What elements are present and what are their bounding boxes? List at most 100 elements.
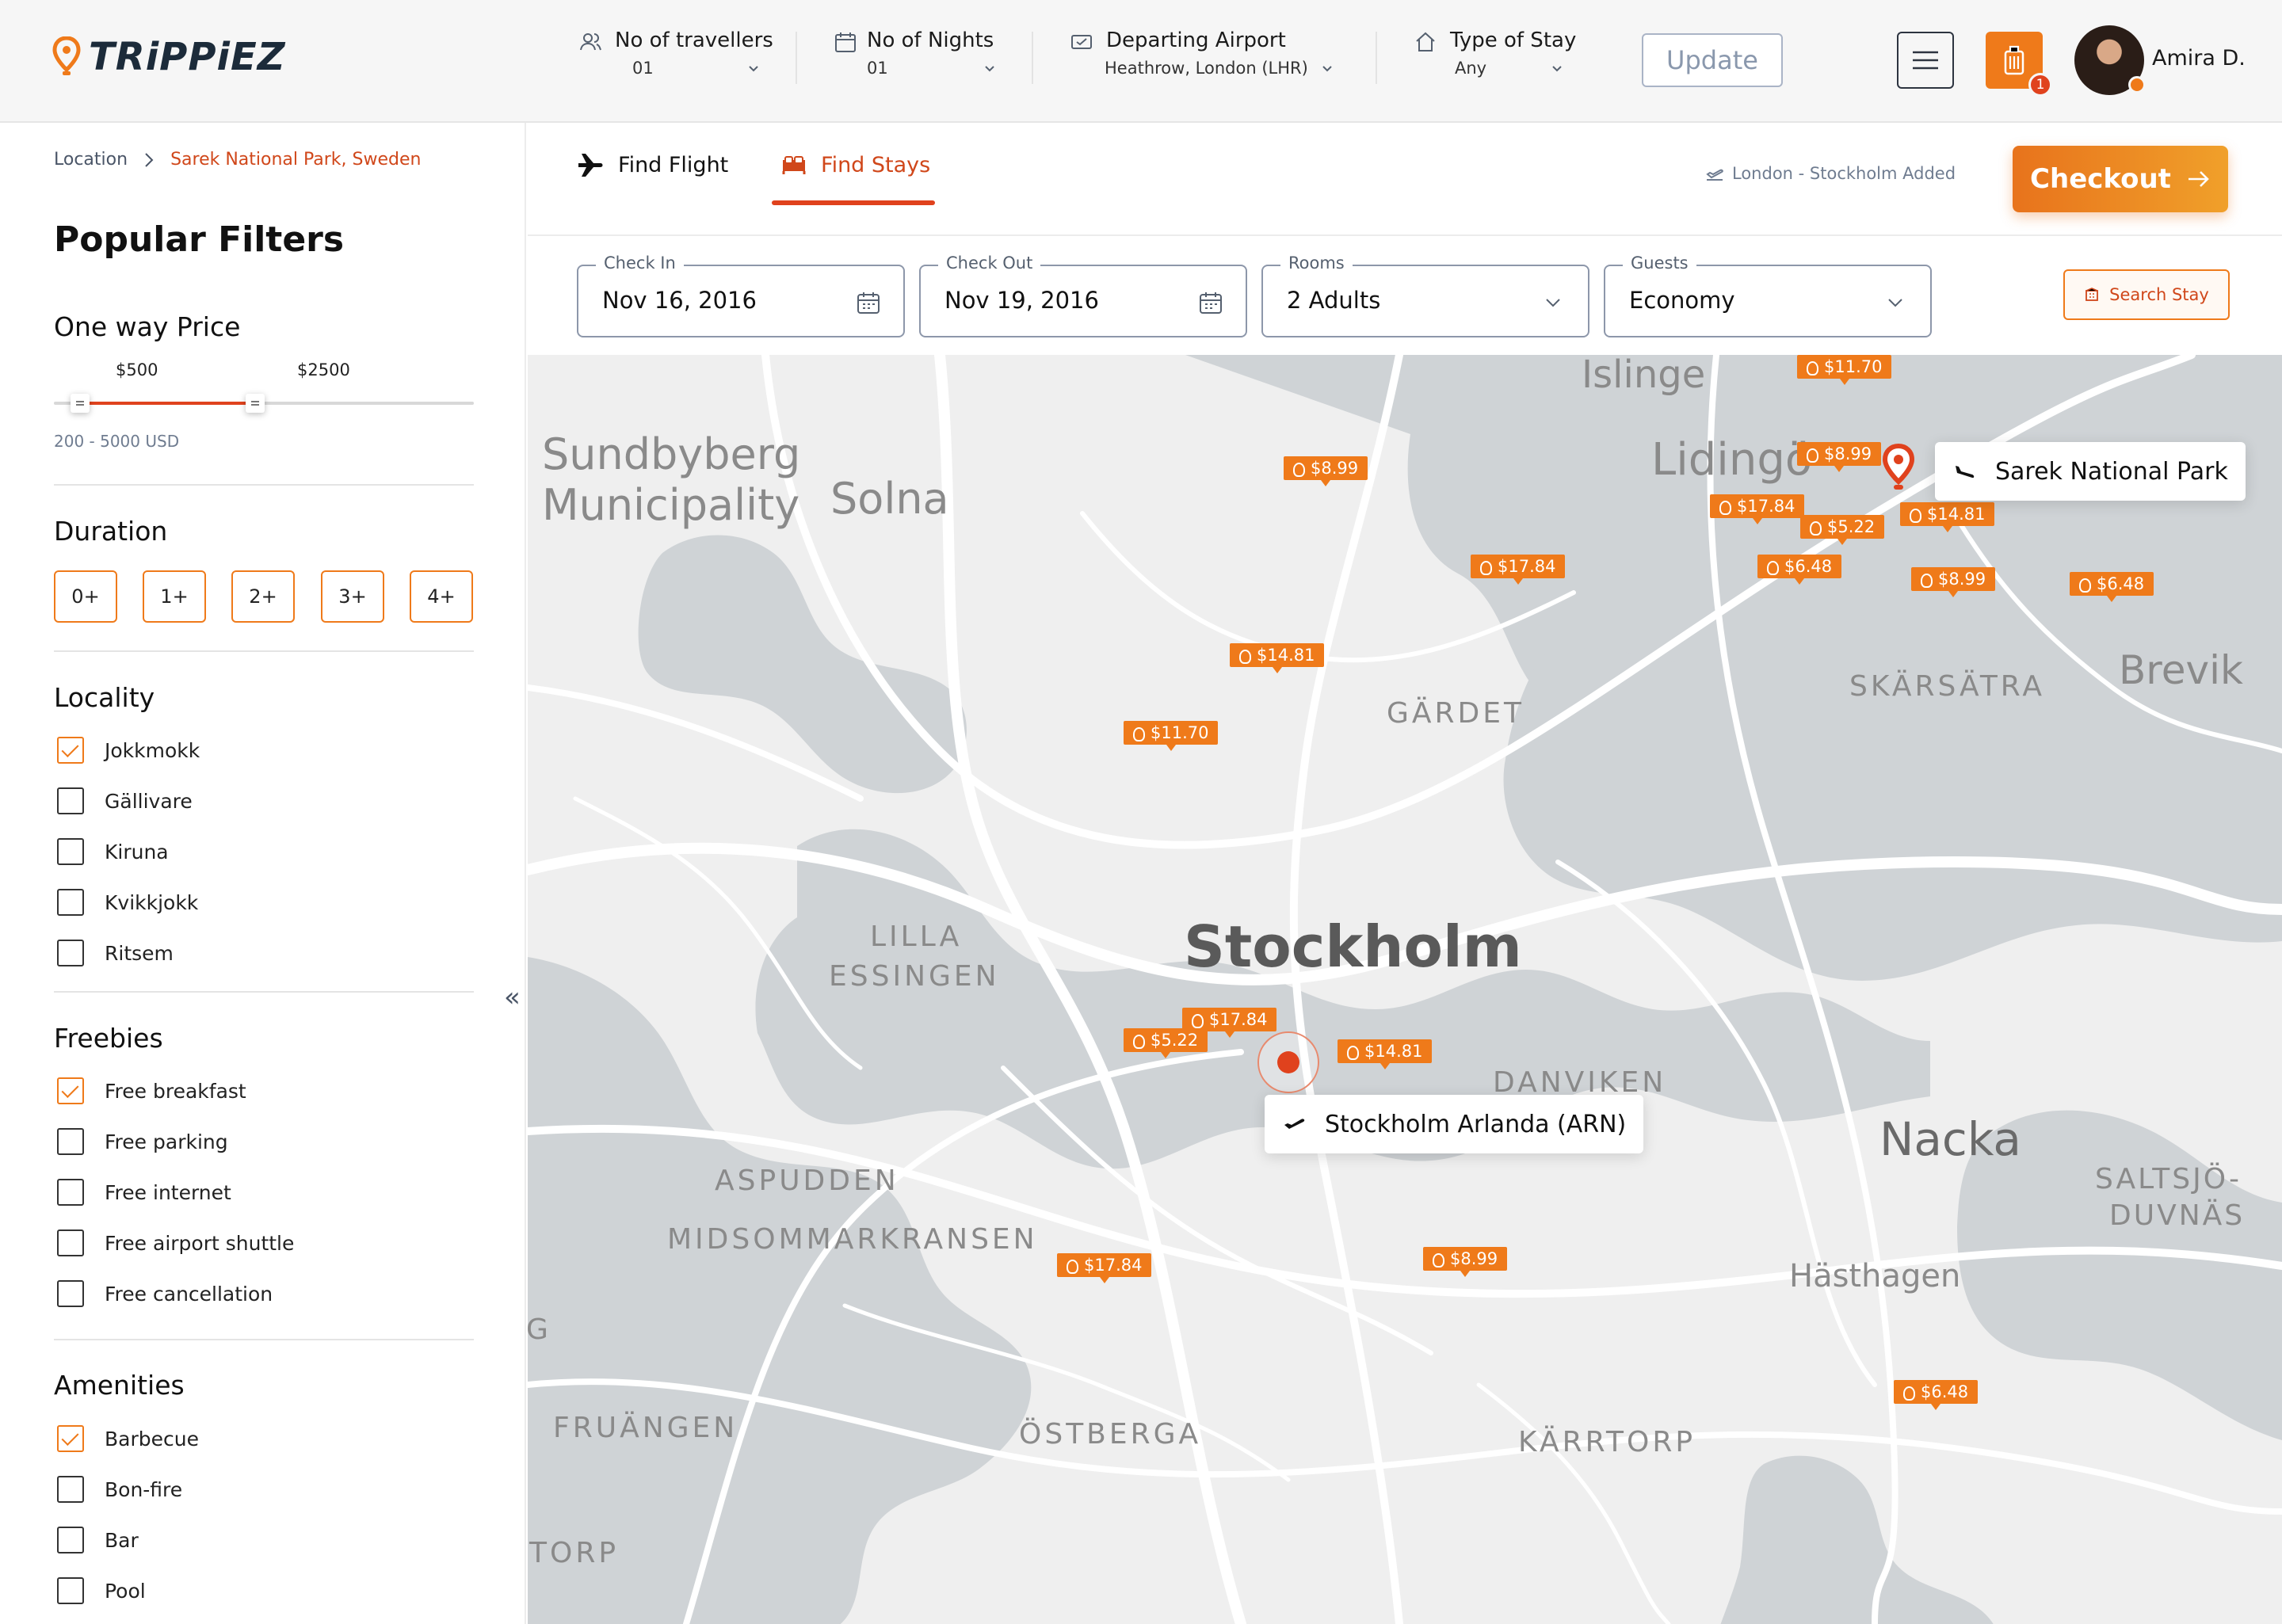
user-name[interactable]: Amira D.	[2152, 46, 2246, 71]
airplane-icon	[578, 153, 603, 177]
chevron-down-icon	[1322, 66, 1332, 72]
price-pin[interactable]: $17.84	[1471, 555, 1566, 585]
update-button[interactable]: Update	[1642, 33, 1783, 87]
map-label: ESSINGEN	[829, 960, 1000, 993]
check-out-field[interactable]: Check Out Nov 19, 2016	[919, 254, 1247, 337]
checkbox[interactable]	[57, 940, 84, 966]
map-label: GÄRDET	[1387, 697, 1525, 730]
price-max-handle[interactable]	[245, 394, 265, 413]
amenity-option[interactable]: Pool	[57, 1577, 146, 1604]
checkbox[interactable]	[57, 1577, 84, 1604]
nights-select[interactable]: No of Nights 01	[834, 29, 1008, 92]
price-pin[interactable]: $6.48	[2070, 572, 2154, 602]
freebie-option[interactable]: Free airport shuttle	[57, 1229, 294, 1256]
locality-option[interactable]: Kiruna	[57, 838, 169, 865]
tab-label: Find Stays	[821, 153, 931, 177]
price-pin[interactable]: $8.99	[1423, 1247, 1508, 1277]
duration-option[interactable]: 0+	[54, 570, 117, 623]
collapse-sidebar-icon[interactable]: «	[504, 982, 521, 1013]
price-pin[interactable]: $6.48	[1894, 1380, 1979, 1410]
status-indicator	[2128, 76, 2146, 93]
price-pin[interactable]: $14.81	[1338, 1039, 1433, 1069]
checkbox[interactable]	[57, 1229, 84, 1256]
checkbox[interactable]	[57, 1128, 84, 1155]
option-label: Bon-fire	[105, 1477, 183, 1501]
price-min-handle[interactable]	[71, 394, 90, 413]
brand-name: TRiPPiEZ	[89, 35, 286, 79]
check-in-field[interactable]: Check In Nov 16, 2016	[577, 254, 905, 337]
option-label: Free breakfast	[105, 1079, 246, 1103]
duration-option[interactable]: 2+	[231, 570, 295, 623]
price-pin[interactable]: $17.84	[1710, 494, 1805, 524]
airport-select[interactable]: Departing Airport Heathrow, London (LHR)	[1070, 29, 1339, 92]
tab-find-flight[interactable]: Find Flight	[577, 153, 728, 177]
checkbox[interactable]	[57, 1179, 84, 1206]
checkbox[interactable]	[57, 787, 84, 814]
location-pin-icon	[52, 36, 81, 75]
ticket-icon	[1071, 35, 1092, 49]
locality-title: Locality	[54, 682, 155, 713]
locality-option[interactable]: Gällivare	[57, 787, 193, 814]
option-label: Free internet	[105, 1180, 231, 1204]
price-pin[interactable]: $14.81	[1900, 502, 1995, 532]
destination-pin-icon[interactable]	[1881, 444, 1916, 493]
guests-select[interactable]: Guests Economy	[1604, 254, 1932, 337]
checkout-label: Checkout	[2030, 163, 2171, 195]
breadcrumb-root[interactable]: Location	[54, 150, 128, 170]
freebie-option[interactable]: Free parking	[57, 1128, 228, 1155]
amenity-option[interactable]: Bon-fire	[57, 1476, 182, 1503]
price-pin[interactable]: $8.99	[1911, 567, 1996, 597]
locality-option[interactable]: Jokkmokk	[57, 737, 200, 764]
brand-logo[interactable]: TRiPPiEZ	[52, 35, 286, 79]
search-stay-button[interactable]: Search Stay	[2063, 269, 2230, 320]
freebie-option[interactable]: Free internet	[57, 1179, 231, 1206]
duration-option[interactable]: 1+	[143, 570, 206, 623]
destination-callout[interactable]: Sarek National Park	[1935, 442, 2246, 501]
checkbox[interactable]	[57, 1280, 84, 1307]
price-pin[interactable]: $11.70	[1124, 721, 1219, 751]
checkbox[interactable]	[57, 1527, 84, 1553]
price-pin[interactable]: $5.22	[1124, 1028, 1208, 1058]
checkbox[interactable]	[57, 1425, 84, 1452]
price-pin[interactable]: $8.99	[1797, 442, 1882, 472]
duration-option[interactable]: 3+	[321, 570, 384, 623]
price-pin[interactable]: $11.70	[1797, 355, 1892, 385]
locality-option[interactable]: Kvikkjokk	[57, 889, 198, 916]
divider	[54, 1339, 474, 1340]
stay-type-select[interactable]: Type of Stay Any	[1414, 29, 1576, 92]
checkbox[interactable]	[57, 889, 84, 916]
map-label: MIDSOMMARKRANSEN	[667, 1223, 1038, 1256]
stays-map[interactable]: Sundbyberg Municipality Solna Islinge Li…	[528, 355, 2282, 1624]
origin-callout[interactable]: Stockholm Arlanda (ARN)	[1265, 1095, 1644, 1153]
menu-button[interactable]	[1897, 32, 1954, 89]
divider	[54, 484, 474, 486]
checkbox[interactable]	[57, 838, 84, 865]
chevron-right-icon	[145, 152, 154, 167]
checkbox[interactable]	[57, 1476, 84, 1503]
map-label: Nacka	[1879, 1112, 2021, 1166]
price-pin[interactable]: $17.84	[1057, 1253, 1152, 1283]
map-label: G	[528, 1313, 548, 1346]
map-label: Islinge	[1582, 355, 1706, 397]
price-title: One way Price	[54, 311, 241, 342]
freebie-option[interactable]: Free cancellation	[57, 1280, 273, 1307]
price-pin[interactable]: $6.48	[1757, 555, 1842, 585]
checkbox[interactable]	[57, 1077, 84, 1104]
origin-marker-dot[interactable]	[1277, 1051, 1299, 1073]
field-value: Nov 19, 2016	[944, 287, 1099, 314]
amenity-option[interactable]: Barbecue	[57, 1425, 199, 1452]
price-pin[interactable]: $14.81	[1230, 643, 1325, 673]
rooms-select[interactable]: Rooms 2 Adults	[1261, 254, 1589, 337]
travellers-select[interactable]: No of travellers 01	[578, 29, 773, 92]
price-pin[interactable]: $8.99	[1284, 456, 1368, 486]
duration-option[interactable]: 4+	[410, 570, 473, 623]
calendar-icon	[857, 292, 880, 314]
amenities-title: Amenities	[54, 1370, 185, 1401]
freebie-option[interactable]: Free breakfast	[57, 1077, 246, 1104]
locality-option[interactable]: Ritsem	[57, 940, 174, 966]
price-pin[interactable]: $5.22	[1800, 515, 1885, 545]
amenity-option[interactable]: Bar	[57, 1527, 139, 1553]
tab-find-stays[interactable]: Find Stays	[781, 153, 930, 177]
checkout-button[interactable]: Checkout	[2013, 146, 2228, 212]
checkbox[interactable]	[57, 737, 84, 764]
